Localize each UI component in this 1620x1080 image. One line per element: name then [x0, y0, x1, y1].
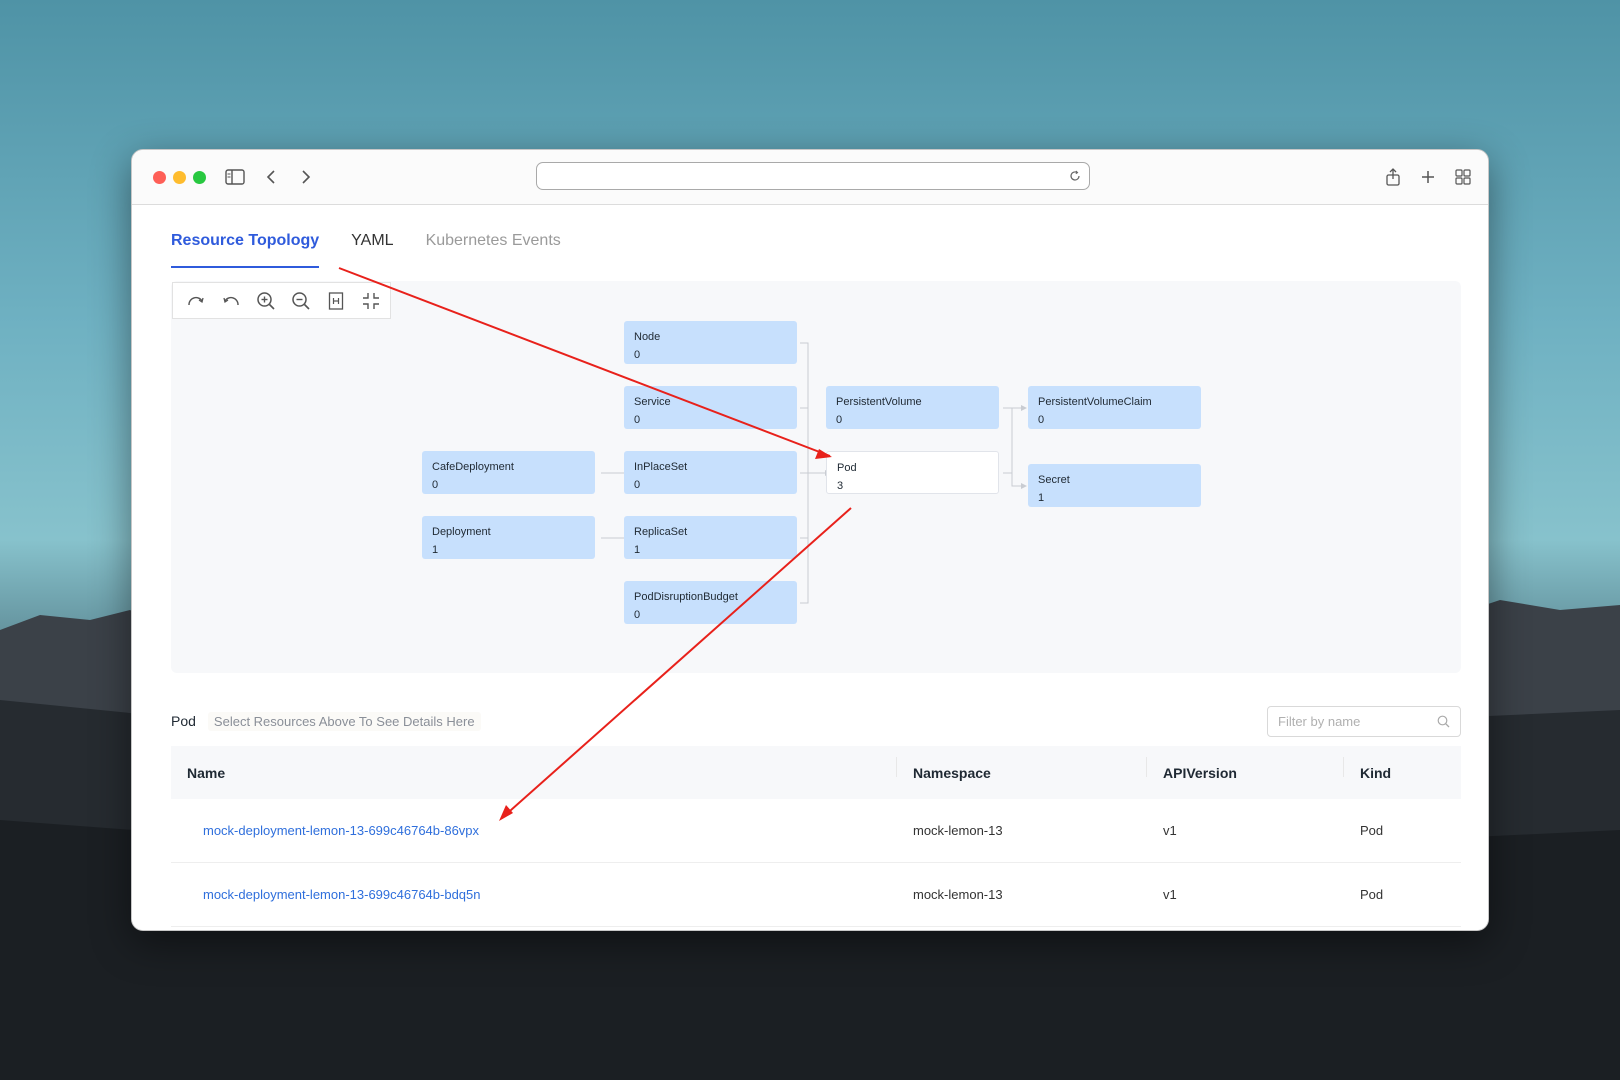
column-header-kind[interactable]: Kind	[1344, 765, 1461, 781]
secret-count: 1	[1038, 492, 1045, 504]
center-icon[interactable]	[360, 290, 382, 312]
page-content: Resource Topology YAML Kubernetes Events	[132, 206, 1488, 930]
in-place-set-label: InPlaceSet	[634, 461, 688, 473]
fit-page-icon[interactable]	[325, 290, 347, 312]
browser-titlebar	[132, 150, 1488, 205]
topology-toolbar	[172, 282, 391, 319]
search-icon[interactable]	[1437, 715, 1450, 731]
reload-icon[interactable]	[1069, 169, 1081, 187]
zoom-out-icon[interactable]	[290, 290, 312, 312]
cell-api-version: v1	[1163, 823, 1177, 838]
selected-kind: Pod	[171, 713, 196, 729]
persistent-volume-label: PersistentVolume	[836, 396, 922, 408]
deployment-count: 1	[432, 544, 439, 556]
node-count: 0	[634, 349, 641, 361]
persistent-volume-claim-count: 0	[1038, 414, 1045, 426]
replica-set-label: ReplicaSet	[634, 526, 688, 538]
pod-name-link[interactable]: mock-deployment-lemon-13-699c46764b-bdq5…	[203, 887, 481, 902]
sidebar-toggle-icon[interactable]	[222, 164, 248, 190]
topology-node-persistent-volume-claim[interactable]: PersistentVolumeClaim 0	[1028, 386, 1201, 429]
cell-namespace: mock-lemon-13	[913, 887, 1003, 902]
address-bar[interactable]	[536, 162, 1090, 190]
browser-window: Resource Topology YAML Kubernetes Events	[131, 149, 1489, 931]
tab-resource-topology[interactable]: Resource Topology	[171, 232, 320, 268]
filter-placeholder: Filter by name	[1278, 714, 1361, 729]
cell-namespace: mock-lemon-13	[913, 823, 1003, 838]
topology-node-node[interactable]: Node 0	[624, 321, 797, 364]
table-row: mock-deployment-lemon-13-699c46764b-bdq5…	[171, 863, 1461, 927]
tab-yaml[interactable]: YAML	[351, 232, 393, 268]
topology-node-pod-disruption-budget[interactable]: PodDisruptionBudget 0	[624, 581, 797, 624]
deployment-label: Deployment	[432, 526, 491, 538]
new-tab-icon[interactable]	[1415, 164, 1441, 190]
back-icon[interactable]	[258, 164, 284, 190]
cell-api-version: v1	[1163, 887, 1177, 902]
share-icon[interactable]	[1380, 164, 1406, 190]
zoom-window-button[interactable]	[193, 171, 206, 184]
topology-node-in-place-set[interactable]: InPlaceSet 0	[624, 451, 797, 494]
pod-count: 3	[837, 480, 844, 492]
topology-canvas[interactable]: Node 0 Service 0 PersistentVolume 0 Pers…	[171, 281, 1461, 673]
minimize-window-button[interactable]	[173, 171, 186, 184]
replica-set-count: 1	[634, 544, 641, 556]
pod-name-link[interactable]: mock-deployment-lemon-13-699c46764b-86vp…	[203, 823, 479, 838]
persistent-volume-count: 0	[836, 414, 843, 426]
topology-node-service[interactable]: Service 0	[624, 386, 797, 429]
service-count: 0	[634, 414, 641, 426]
column-header-api-version[interactable]: APIVersion	[1147, 756, 1344, 781]
details-hint: Select Resources Above To See Details He…	[207, 711, 481, 731]
zoom-in-icon[interactable]	[255, 290, 277, 312]
topology-node-deployment[interactable]: Deployment 1	[422, 516, 595, 559]
pod-disruption-budget-count: 0	[634, 609, 641, 621]
node-label: Node	[634, 331, 661, 343]
forward-icon[interactable]	[293, 164, 319, 190]
topology-node-persistent-volume[interactable]: PersistentVolume 0	[826, 386, 999, 429]
tab-kubernetes-events[interactable]: Kubernetes Events	[426, 232, 561, 268]
undo-icon[interactable]	[220, 290, 242, 312]
topology-node-cafe-deployment[interactable]: CafeDeployment 0	[422, 451, 595, 494]
secret-label: Secret	[1038, 474, 1070, 486]
cafe-deployment-label: CafeDeployment	[432, 461, 514, 473]
table-header: Name Namespace APIVersion Kind	[171, 746, 1461, 799]
column-header-name[interactable]: Name	[171, 756, 897, 781]
pod-label: Pod	[837, 462, 857, 474]
cell-kind: Pod	[1360, 887, 1384, 902]
topology-edges	[601, 342, 1027, 604]
cell-kind: Pod	[1360, 823, 1384, 838]
in-place-set-count: 0	[634, 479, 641, 491]
cafe-deployment-count: 0	[432, 479, 439, 491]
filter-input[interactable]: Filter by name	[1267, 706, 1461, 737]
redo-icon[interactable]	[185, 290, 207, 312]
tab-bar: Resource Topology YAML Kubernetes Events	[171, 232, 561, 268]
resource-table: Name Namespace APIVersion Kind mock-depl…	[171, 746, 1461, 927]
details-header: Pod Select Resources Above To See Detail…	[171, 709, 481, 733]
topology-node-secret[interactable]: Secret 1	[1028, 464, 1201, 507]
tab-overview-icon[interactable]	[1450, 164, 1476, 190]
service-label: Service	[634, 396, 671, 408]
pod-disruption-budget-label: PodDisruptionBudget	[634, 591, 738, 603]
topology-node-pod[interactable]: Pod 3	[826, 451, 999, 494]
table-row: mock-deployment-lemon-13-699c46764b-86vp…	[171, 799, 1461, 863]
persistent-volume-claim-label: PersistentVolumeClaim	[1038, 396, 1152, 408]
close-window-button[interactable]	[153, 171, 166, 184]
topology-node-replica-set[interactable]: ReplicaSet 1	[624, 516, 797, 559]
column-header-namespace[interactable]: Namespace	[897, 756, 1147, 781]
